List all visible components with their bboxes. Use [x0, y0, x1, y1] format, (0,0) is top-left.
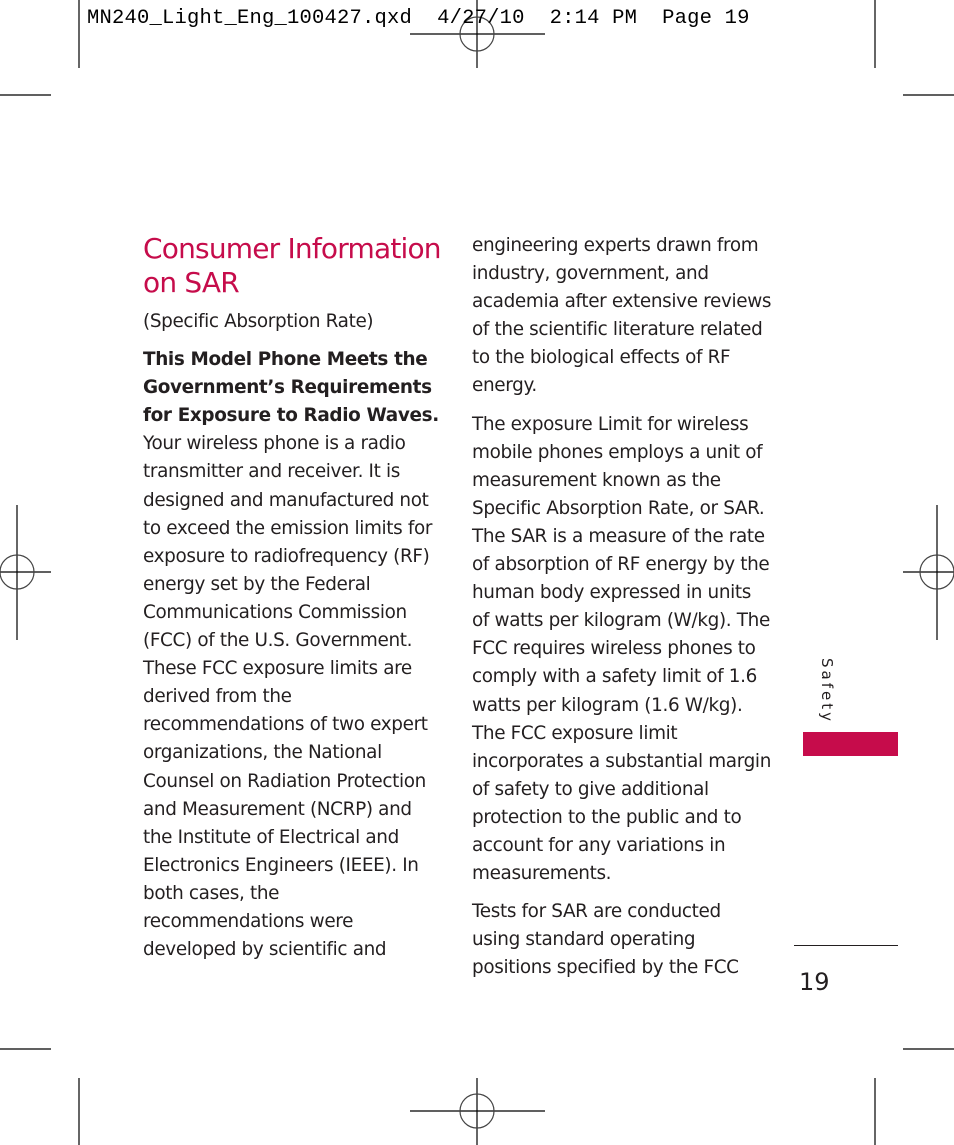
section-title: Consumer Information on SAR	[143, 232, 443, 300]
slug-time: 2:14 PM	[549, 7, 638, 30]
print-slug: MN240_Light_Eng_100427.qxd 4/27/10 2:14 …	[87, 7, 750, 30]
left-column: Consumer Information on SAR (Specific Ab…	[143, 232, 443, 974]
section-title-line2: on SAR	[143, 266, 240, 299]
section-tab-label: Safety	[818, 658, 836, 724]
lead-body-text: Your wireless phone is a radio transmitt…	[143, 433, 433, 961]
slug-page: Page 19	[662, 7, 750, 30]
section-tab-bar	[803, 732, 898, 756]
right-column: engineering experts drawn from industry,…	[472, 232, 772, 992]
paragraph-tests: Tests for SAR are conducted using standa…	[472, 901, 739, 979]
registration-mark-left	[0, 505, 51, 640]
section-subtitle: (Specific Absorption Rate)	[143, 311, 374, 332]
slug-filename: MN240_Light_Eng_100427.qxd	[87, 7, 413, 30]
paragraph-experts: engineering experts drawn from industry,…	[472, 235, 772, 397]
lead-bold-text: This Model Phone Meets the Government’s …	[143, 349, 439, 427]
page-number: 19	[799, 968, 830, 996]
slug-date: 4/27/10	[437, 7, 525, 30]
lead-paragraph: This Model Phone Meets the Government’s …	[143, 346, 443, 964]
registration-mark-bottom	[410, 1078, 545, 1145]
paragraph-exposure-limit: The exposure Limit for wireless mobile p…	[472, 413, 771, 885]
registration-mark-right	[903, 505, 954, 640]
page-number-rule	[794, 945, 898, 946]
section-title-line1: Consumer Information	[143, 232, 442, 265]
